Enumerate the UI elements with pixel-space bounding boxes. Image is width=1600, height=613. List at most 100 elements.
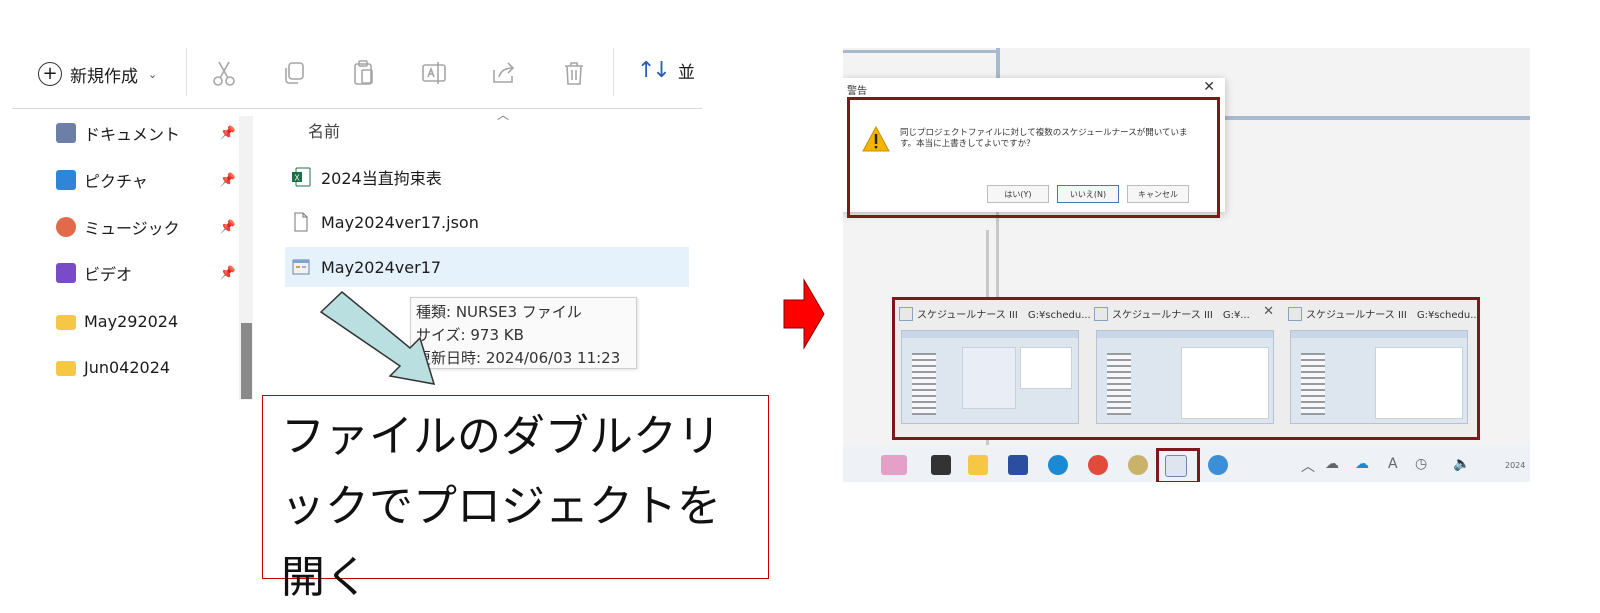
- close-icon[interactable]: ✕: [1203, 79, 1215, 95]
- window-thumbnail[interactable]: スケジュールナース III G:¥schedu...: [1284, 300, 1480, 437]
- app-icon[interactable]: [1208, 455, 1228, 475]
- no-button[interactable]: いいえ(N): [1057, 185, 1119, 203]
- new-button[interactable]: + 新規作成 ⌄: [38, 58, 157, 90]
- pin-icon: 📌: [219, 125, 236, 141]
- file-row[interactable]: X 2024当直拘束表: [285, 157, 689, 197]
- schedule-nurse-icon[interactable]: [1165, 455, 1187, 477]
- folder-icon: [56, 361, 76, 376]
- background-frame-line: [996, 48, 1000, 81]
- paste-icon[interactable]: [349, 58, 381, 90]
- pointer-arrow: [319, 290, 436, 385]
- toolbar-divider: [186, 48, 187, 96]
- documents-icon: [56, 123, 76, 143]
- dialog-title: 警告: [847, 86, 867, 97]
- nav-item-folder-may292024[interactable]: May292024: [56, 306, 236, 336]
- file-name: May2024ver17.json: [321, 212, 479, 232]
- widgets-icon[interactable]: [881, 455, 907, 475]
- callout-text: ファイルのダブルクリックでプロジェクトを開く: [281, 411, 721, 603]
- nav-item-label: ピクチャ: [84, 172, 148, 191]
- column-header-name[interactable]: 名前: [308, 118, 340, 142]
- nav-scrollbar-thumb[interactable]: [241, 323, 252, 399]
- cut-icon[interactable]: [209, 58, 241, 90]
- cloud-icon[interactable]: ☁: [1325, 456, 1339, 472]
- share-icon[interactable]: [489, 58, 521, 90]
- instruction-callout: ファイルのダブルクリックでプロジェクトを開く: [262, 395, 769, 603]
- nav-item-label: ビデオ: [84, 265, 133, 284]
- toolbar-divider: [613, 48, 614, 96]
- explorer-toolbar: + 新規作成 ⌄ ↑↓ 並: [12, 40, 702, 110]
- thumbnail-preview: [1096, 330, 1274, 424]
- nav-item-documents[interactable]: ドキュメント 📌: [56, 118, 236, 148]
- file-explorer-icon[interactable]: [968, 455, 988, 475]
- window-thumbnail[interactable]: スケジュールナース III G:¥... ✕: [1090, 300, 1280, 437]
- pin-icon: 📌: [219, 219, 236, 235]
- close-icon[interactable]: ✕: [1263, 304, 1274, 319]
- pictures-icon: [56, 170, 76, 190]
- sort-button-label: 並: [677, 63, 695, 83]
- thumbnail-title: スケジュールナース III G:¥schedu...: [917, 310, 1091, 321]
- music-icon: [56, 217, 76, 237]
- task-view-icon[interactable]: [931, 455, 951, 475]
- ime-icon[interactable]: A: [1388, 456, 1398, 472]
- nav-item-videos[interactable]: ビデオ 📌: [56, 258, 236, 288]
- thumbnail-preview: [901, 330, 1079, 424]
- chrome-icon[interactable]: [1088, 455, 1108, 475]
- nav-item-label: Jun042024: [84, 357, 171, 377]
- chevron-up-icon[interactable]: ︿: [1301, 456, 1315, 476]
- document-icon: [294, 212, 308, 232]
- nav-item-folder-jun042024[interactable]: Jun042024: [56, 352, 236, 382]
- plus-icon: +: [38, 62, 62, 86]
- taskbar-thumbnails: スケジュールナース III G:¥schedu... スケジュールナース III…: [892, 297, 1480, 440]
- store-icon[interactable]: [1008, 455, 1028, 475]
- excel-icon: X: [292, 167, 311, 187]
- background-frame-line: [1225, 116, 1530, 120]
- toolbar-divider-line: [12, 108, 702, 109]
- warning-dialog: 警告 ✕ 同じプロジェクトファイルに対して複数のスケジュールナースが開いています…: [843, 78, 1225, 218]
- thumbnail-title: スケジュールナース III G:¥...: [1112, 310, 1250, 321]
- delete-icon[interactable]: [559, 58, 591, 90]
- clock-icon[interactable]: ◷: [1415, 456, 1427, 472]
- edge-icon[interactable]: [1048, 455, 1068, 475]
- cancel-button[interactable]: キャンセル: [1127, 185, 1189, 203]
- file-name: 2024当直拘束表: [321, 169, 442, 188]
- app-icon: [1288, 306, 1302, 321]
- nav-item-label: May292024: [84, 311, 179, 331]
- taskbar: ︿ ☁ ☁ A ◷ 🔈 2024: [843, 445, 1530, 482]
- window-thumbnail[interactable]: スケジュールナース III G:¥schedu...: [895, 300, 1091, 437]
- background-frame-line: [843, 50, 998, 53]
- dialog-message: 同じプロジェクトファイルに対して複数のスケジュールナースが開いています。本当に上…: [900, 128, 1188, 150]
- speaker-icon[interactable]: 🔈: [1453, 456, 1470, 472]
- clock-text[interactable]: 2024: [1505, 461, 1525, 470]
- nav-item-music[interactable]: ミュージック 📌: [56, 212, 236, 242]
- file-row[interactable]: May2024ver17.json: [285, 202, 689, 242]
- pin-icon: 📌: [219, 172, 236, 188]
- file-row-selected[interactable]: May2024ver17: [285, 247, 689, 287]
- folder-icon: [56, 315, 76, 330]
- app-icon: [899, 306, 913, 321]
- app-screenshot: 警告 ✕ 同じプロジェクトファイルに対して複数のスケジュールナースが開いています…: [843, 48, 1530, 482]
- sort-icon: ↑↓: [637, 58, 671, 83]
- onedrive-icon[interactable]: ☁: [1355, 456, 1369, 472]
- warning-icon: [862, 126, 890, 152]
- chevron-down-icon: ⌄: [148, 67, 158, 81]
- new-button-label: 新規作成: [70, 66, 138, 87]
- sort-caret-icon: ︿: [497, 108, 510, 122]
- app-icon[interactable]: [1128, 455, 1148, 475]
- app-icon: [1094, 306, 1108, 321]
- app-file-icon: [292, 259, 310, 275]
- rename-icon[interactable]: [419, 58, 451, 90]
- thumbnail-title: スケジュールナース III G:¥schedu...: [1306, 310, 1480, 321]
- sort-button[interactable]: ↑↓ 並: [637, 58, 695, 83]
- pin-icon: 📌: [219, 265, 236, 281]
- videos-icon: [56, 263, 76, 283]
- red-arrow-icon: [783, 278, 825, 350]
- svg-text:X: X: [294, 174, 300, 183]
- yes-button[interactable]: はい(Y): [987, 185, 1049, 203]
- thumbnail-preview: [1290, 330, 1468, 424]
- file-name: May2024ver17: [321, 257, 442, 277]
- nav-item-label: ミュージック: [84, 219, 180, 238]
- copy-icon[interactable]: [279, 58, 311, 90]
- nav-item-pictures[interactable]: ピクチャ 📌: [56, 165, 236, 195]
- dialog-highlight-box: 同じプロジェクトファイルに対して複数のスケジュールナースが開いています。本当に上…: [847, 97, 1220, 218]
- nav-item-label: ドキュメント: [84, 125, 181, 144]
